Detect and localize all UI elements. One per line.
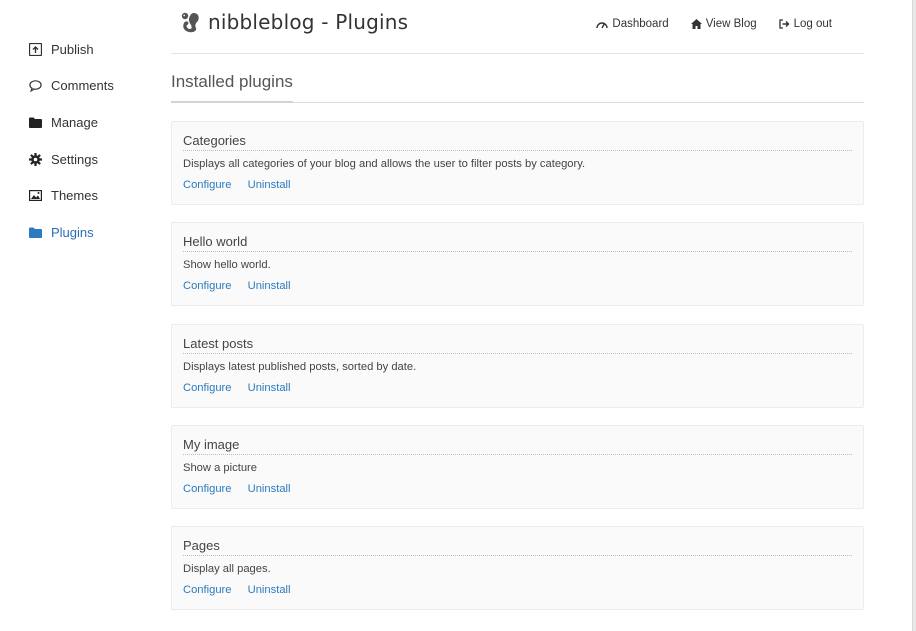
scrollbar[interactable] — [912, 0, 916, 631]
plugin-description: Show hello world. — [183, 259, 271, 272]
plugin-card: Latest posts Displays latest published p… — [171, 323, 864, 408]
sidebar-item-label: Themes — [51, 188, 98, 204]
nav-logout-label: Log out — [793, 18, 832, 30]
plugin-description: Displays all categories of your blog and… — [183, 158, 586, 170]
plugin-card: Pages Display all pages. Configure Unins… — [171, 526, 864, 611]
sidebar-item-settings[interactable]: Settings — [28, 146, 158, 172]
top-nav: Dashboard View Blog Log out — [574, 18, 832, 30]
publish-icon — [28, 42, 42, 56]
squirrel-logo-icon — [178, 10, 202, 34]
folder-icon — [28, 115, 42, 129]
sidebar-item-label: Plugins — [51, 224, 94, 240]
sidebar-item-label: Publish — [51, 41, 94, 57]
plugin-description: Display all pages. — [183, 563, 271, 576]
sidebar-item-label: Settings — [51, 151, 98, 167]
plugin-actions: Configure Uninstall — [183, 584, 852, 596]
uninstall-link[interactable]: Uninstall — [248, 382, 291, 394]
plugin-description: Displays latest published posts, sorted … — [183, 360, 417, 373]
nav-dashboard[interactable]: Dashboard — [596, 18, 669, 30]
uninstall-link[interactable]: Uninstall — [248, 584, 291, 596]
dashboard-icon — [596, 20, 609, 29]
uninstall-link[interactable]: Uninstall — [248, 483, 291, 495]
folder-icon — [28, 225, 42, 239]
sidebar-item-plugins[interactable]: Plugins — [28, 219, 158, 245]
plugin-card: Categories Displays all categories of yo… — [171, 121, 864, 205]
plugin-name: Hello world — [183, 234, 852, 253]
brand: nibbleblog - Plugins — [178, 10, 408, 34]
configure-link[interactable]: Configure — [183, 382, 232, 394]
uninstall-link[interactable]: Uninstall — [248, 179, 291, 191]
plugin-actions: Configure Uninstall — [183, 280, 852, 292]
nav-logout[interactable]: Log out — [778, 18, 832, 30]
section-header: Installed plugins — [171, 72, 864, 103]
plugin-description: Show a picture — [183, 461, 258, 474]
configure-link[interactable]: Configure — [183, 483, 232, 495]
image-icon — [28, 189, 42, 203]
plugin-name: Categories — [183, 133, 852, 151]
sidebar: Publish Comments Manage Settings Themes … — [28, 36, 158, 256]
plugin-name: My image — [183, 437, 852, 455]
uninstall-link[interactable]: Uninstall — [248, 280, 291, 292]
plugin-name: Pages — [183, 538, 852, 557]
sidebar-item-comments[interactable]: Comments — [28, 73, 158, 99]
plugin-card: My image Show a picture Configure Uninst… — [171, 424, 864, 509]
nav-view-blog-label: View Blog — [705, 18, 757, 30]
page-title: nibbleblog - Plugins — [208, 10, 409, 34]
plugin-actions: Configure Uninstall — [183, 483, 852, 495]
logout-icon — [778, 19, 790, 29]
plugin-actions: Configure Uninstall — [183, 179, 852, 191]
sidebar-item-themes[interactable]: Themes — [28, 183, 158, 209]
comment-icon — [28, 79, 42, 93]
configure-link[interactable]: Configure — [183, 280, 232, 292]
nav-view-blog[interactable]: View Blog — [690, 18, 757, 30]
configure-link[interactable]: Configure — [183, 584, 232, 596]
nav-dashboard-label: Dashboard — [612, 18, 669, 30]
home-icon — [690, 19, 702, 29]
configure-link[interactable]: Configure — [183, 179, 232, 191]
sidebar-item-manage[interactable]: Manage — [28, 109, 158, 135]
plugin-list: Categories Displays all categories of yo… — [171, 121, 864, 627]
plugin-name: Latest posts — [183, 336, 852, 354]
section-title: Installed plugins — [171, 72, 293, 103]
plugin-actions: Configure Uninstall — [183, 382, 852, 394]
header: nibbleblog - Plugins Dashboard View Blog… — [171, 0, 864, 54]
sidebar-item-label: Manage — [51, 114, 98, 130]
gear-icon — [28, 152, 42, 166]
plugin-card: Hello world Show hello world. Configure … — [171, 222, 864, 307]
sidebar-item-label: Comments — [51, 78, 114, 94]
sidebar-item-publish[interactable]: Publish — [28, 36, 158, 62]
